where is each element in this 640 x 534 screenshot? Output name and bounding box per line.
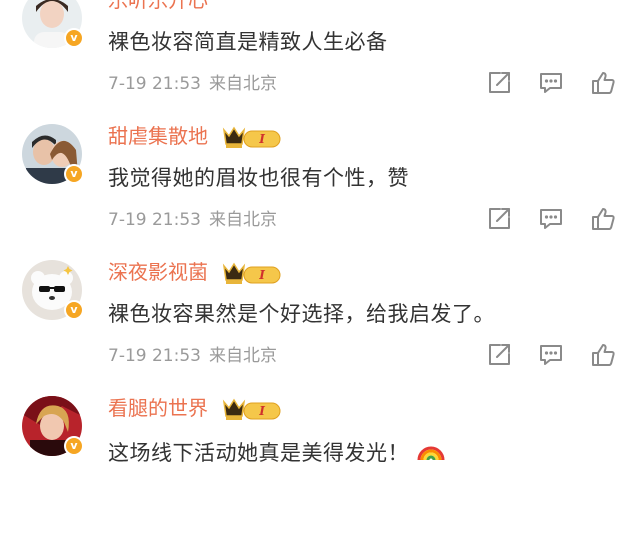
comment-source: 来自北京 [208,210,277,230]
member-level: I [258,132,265,146]
comment-source: 来自北京 [208,346,277,366]
comment-text: 这场线下活动她真是美得发光！ [108,436,445,467]
rainbow-icon [417,446,445,461]
verified-badge-icon: v [64,164,84,184]
comment-actions [484,68,624,98]
verified-badge-icon: v [64,300,84,320]
comment-time: 7-19 21:53 [108,346,201,366]
member-level: I [258,404,265,418]
comment-time: 7-19 21:53 [108,74,201,94]
comment-time: 7-19 21:53 [108,210,201,230]
username[interactable]: 看腿的世界 [108,395,208,421]
member-level: I [258,268,265,282]
username[interactable]: 乐听乐开心 [108,0,208,13]
repost-icon[interactable] [484,204,514,234]
like-icon[interactable] [588,204,618,234]
comment-item: v 乐听乐开心 裸色妆容简直是精致人生必备 7-19 21:53 来自北京 [0,0,640,126]
comment-actions [484,204,624,234]
username[interactable]: 甜虐集散地 [108,123,208,149]
comment-item: v 看腿的世界 I 这场线下活动她真是美得发光！ [0,396,640,534]
verified-badge-icon: v [64,28,84,48]
comment-text: 我觉得她的眉妆也很有个性，赞 [108,166,409,190]
reply-icon[interactable] [536,204,566,234]
like-icon[interactable] [588,68,618,98]
member-crown-icon: I [222,126,281,148]
comment-item: v 甜虐集散地 I 我觉得她的眉妆也很有个性，赞 7-19 21:53 来自北京 [0,124,640,262]
reply-icon[interactable] [536,68,566,98]
repost-icon[interactable] [484,68,514,98]
comment-meta: 7-19 21:53 来自北京 [108,72,277,96]
member-crown-icon: I [222,262,281,284]
comment-item: v 深夜影视菌 I 裸色妆容果然是个好选择，给我启发了。 7-19 21:53 来… [0,260,640,398]
verified-badge-icon: v [64,436,84,456]
comment-text-content: 这场线下活动她真是美得发光！ [108,441,409,465]
like-icon[interactable] [588,340,618,370]
comment-source: 来自北京 [208,74,277,94]
repost-icon[interactable] [484,340,514,370]
comment-meta: 7-19 21:53 来自北京 [108,208,277,232]
comment-text: 裸色妆容简直是精致人生必备 [108,30,388,54]
reply-icon[interactable] [536,340,566,370]
comment-actions [484,340,624,370]
comment-text: 裸色妆容果然是个好选择，给我启发了。 [108,302,495,326]
comment-meta: 7-19 21:53 来自北京 [108,344,277,368]
member-crown-icon: I [222,398,281,420]
username[interactable]: 深夜影视菌 [108,259,208,285]
